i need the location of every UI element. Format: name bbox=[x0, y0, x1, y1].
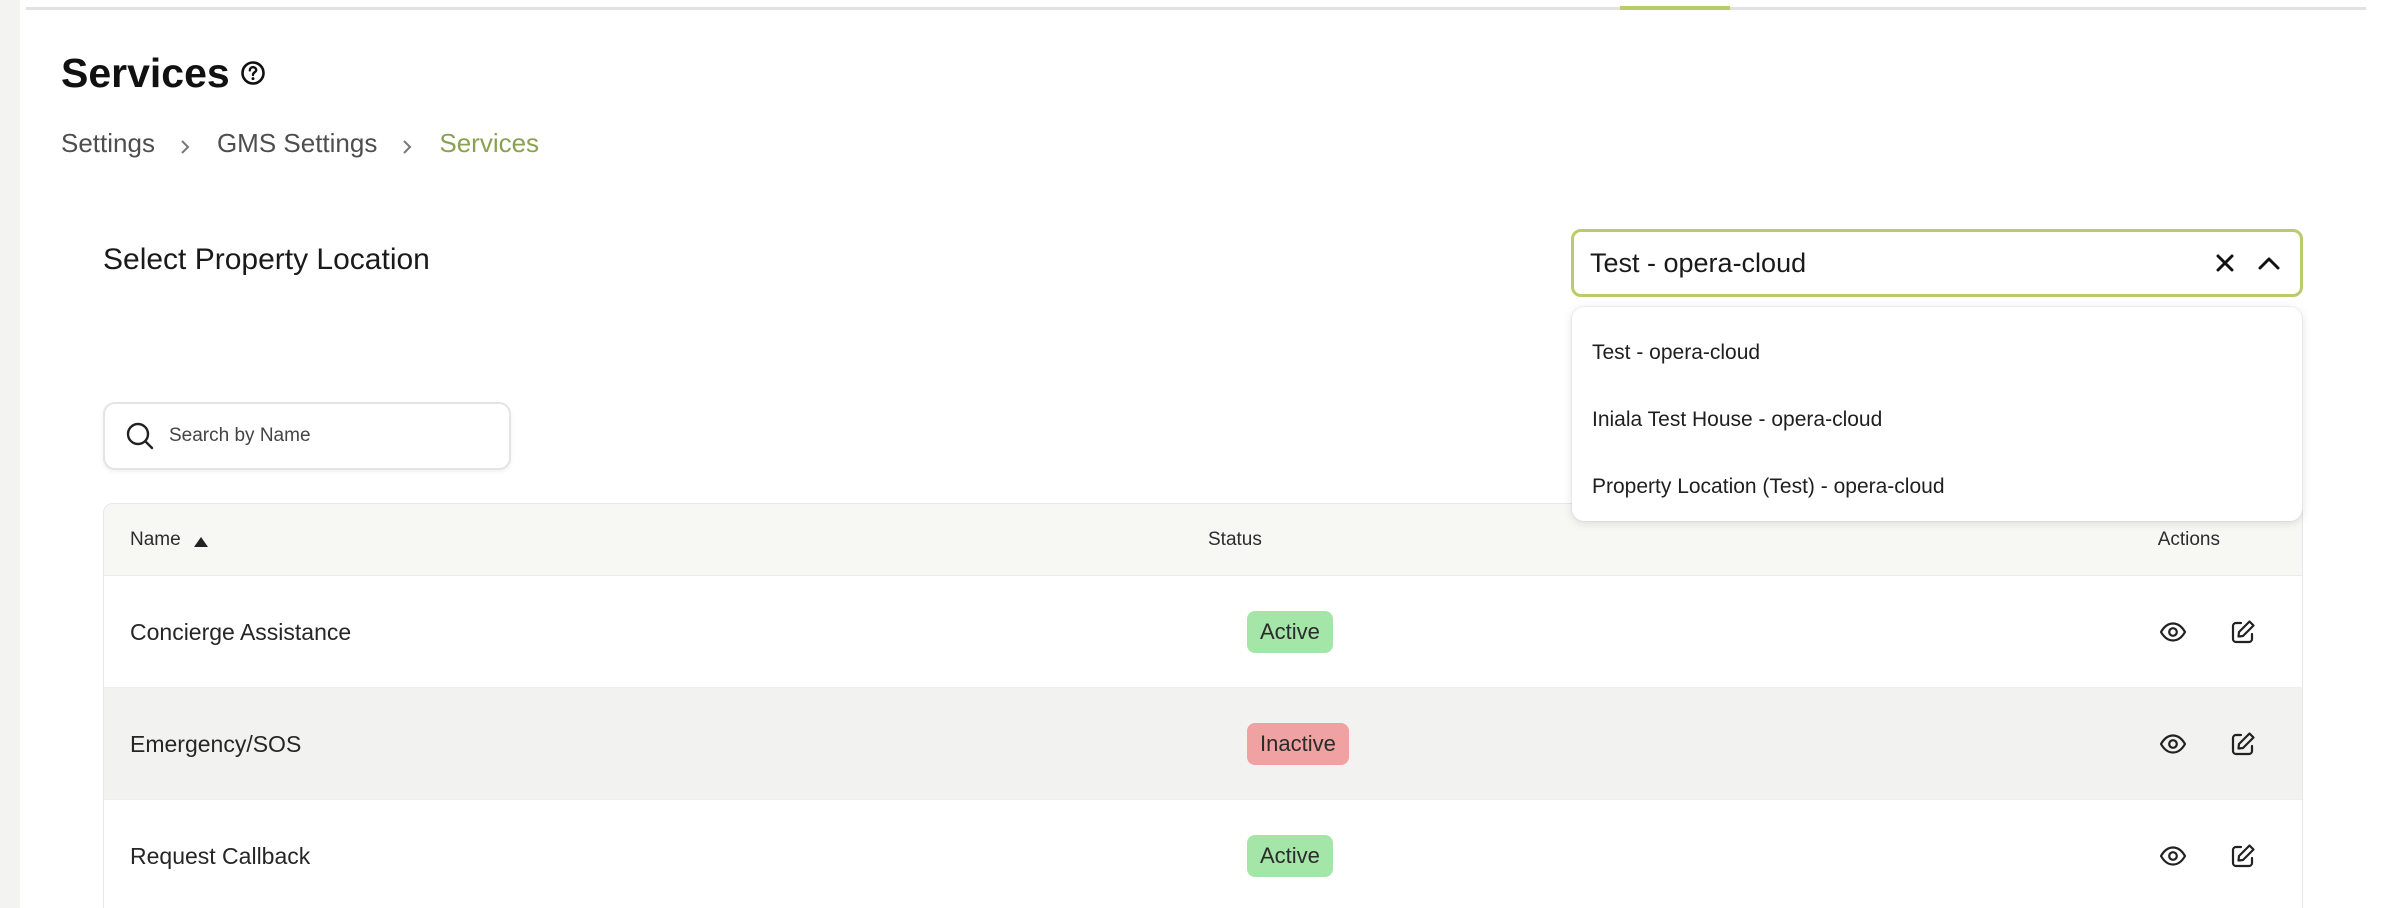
breadcrumb: Settings GMS Settings Services bbox=[61, 126, 539, 160]
column-header-name-label: Name bbox=[130, 529, 181, 550]
table-row: Emergency/SOS Inactive bbox=[104, 688, 2302, 800]
top-divider bbox=[26, 7, 2366, 10]
service-name: Concierge Assistance bbox=[130, 618, 352, 645]
property-location-label: Select Property Location bbox=[103, 243, 430, 276]
eye-icon[interactable] bbox=[2158, 617, 2188, 647]
services-table: Name Status Actions Concierge Assistance… bbox=[103, 503, 2303, 908]
property-location-value: Test - opera-cloud bbox=[1590, 247, 1807, 278]
sort-ascending-icon[interactable] bbox=[193, 533, 209, 547]
help-icon[interactable] bbox=[240, 60, 266, 86]
status-badge: Inactive bbox=[1247, 723, 1349, 765]
chevron-up-icon[interactable] bbox=[2254, 248, 2284, 278]
search-icon bbox=[125, 421, 155, 451]
column-header-status: Status bbox=[1208, 529, 1262, 550]
breadcrumb-gms-settings[interactable]: GMS Settings bbox=[217, 128, 377, 159]
search-box[interactable] bbox=[103, 402, 511, 470]
table-row: Concierge Assistance Active bbox=[104, 576, 2302, 688]
eye-icon[interactable] bbox=[2158, 841, 2188, 871]
breadcrumb-services: Services bbox=[439, 127, 540, 158]
service-name: Emergency/SOS bbox=[130, 730, 302, 757]
search-input[interactable] bbox=[169, 425, 489, 447]
page-title: Services bbox=[61, 50, 230, 96]
table-row: Request Callback Active bbox=[104, 800, 2302, 908]
chevron-right-icon bbox=[397, 133, 417, 154]
close-icon[interactable] bbox=[2210, 248, 2240, 278]
property-location-select[interactable]: Test - opera-cloud bbox=[1571, 229, 2303, 297]
edit-icon[interactable] bbox=[2228, 729, 2258, 759]
status-badge: Active bbox=[1247, 611, 1333, 653]
status-badge: Active bbox=[1247, 835, 1333, 877]
column-header-name[interactable]: Name bbox=[130, 504, 209, 576]
edit-icon[interactable] bbox=[2228, 841, 2258, 871]
dropdown-option[interactable]: Test - opera-cloud bbox=[1572, 319, 2302, 386]
dropdown-option[interactable]: Property Location (Test) - opera-cloud bbox=[1572, 453, 2302, 520]
breadcrumb-settings[interactable]: Settings bbox=[61, 128, 155, 159]
property-location-dropdown: Test - opera-cloud Iniala Test House - o… bbox=[1572, 307, 2302, 521]
dropdown-option[interactable]: Iniala Test House - opera-cloud bbox=[1572, 386, 2302, 453]
service-name: Request Callback bbox=[130, 842, 311, 869]
active-tab-indicator bbox=[1620, 6, 1730, 10]
edit-icon[interactable] bbox=[2228, 617, 2258, 647]
eye-icon[interactable] bbox=[2158, 729, 2188, 759]
chevron-right-icon bbox=[175, 133, 195, 154]
